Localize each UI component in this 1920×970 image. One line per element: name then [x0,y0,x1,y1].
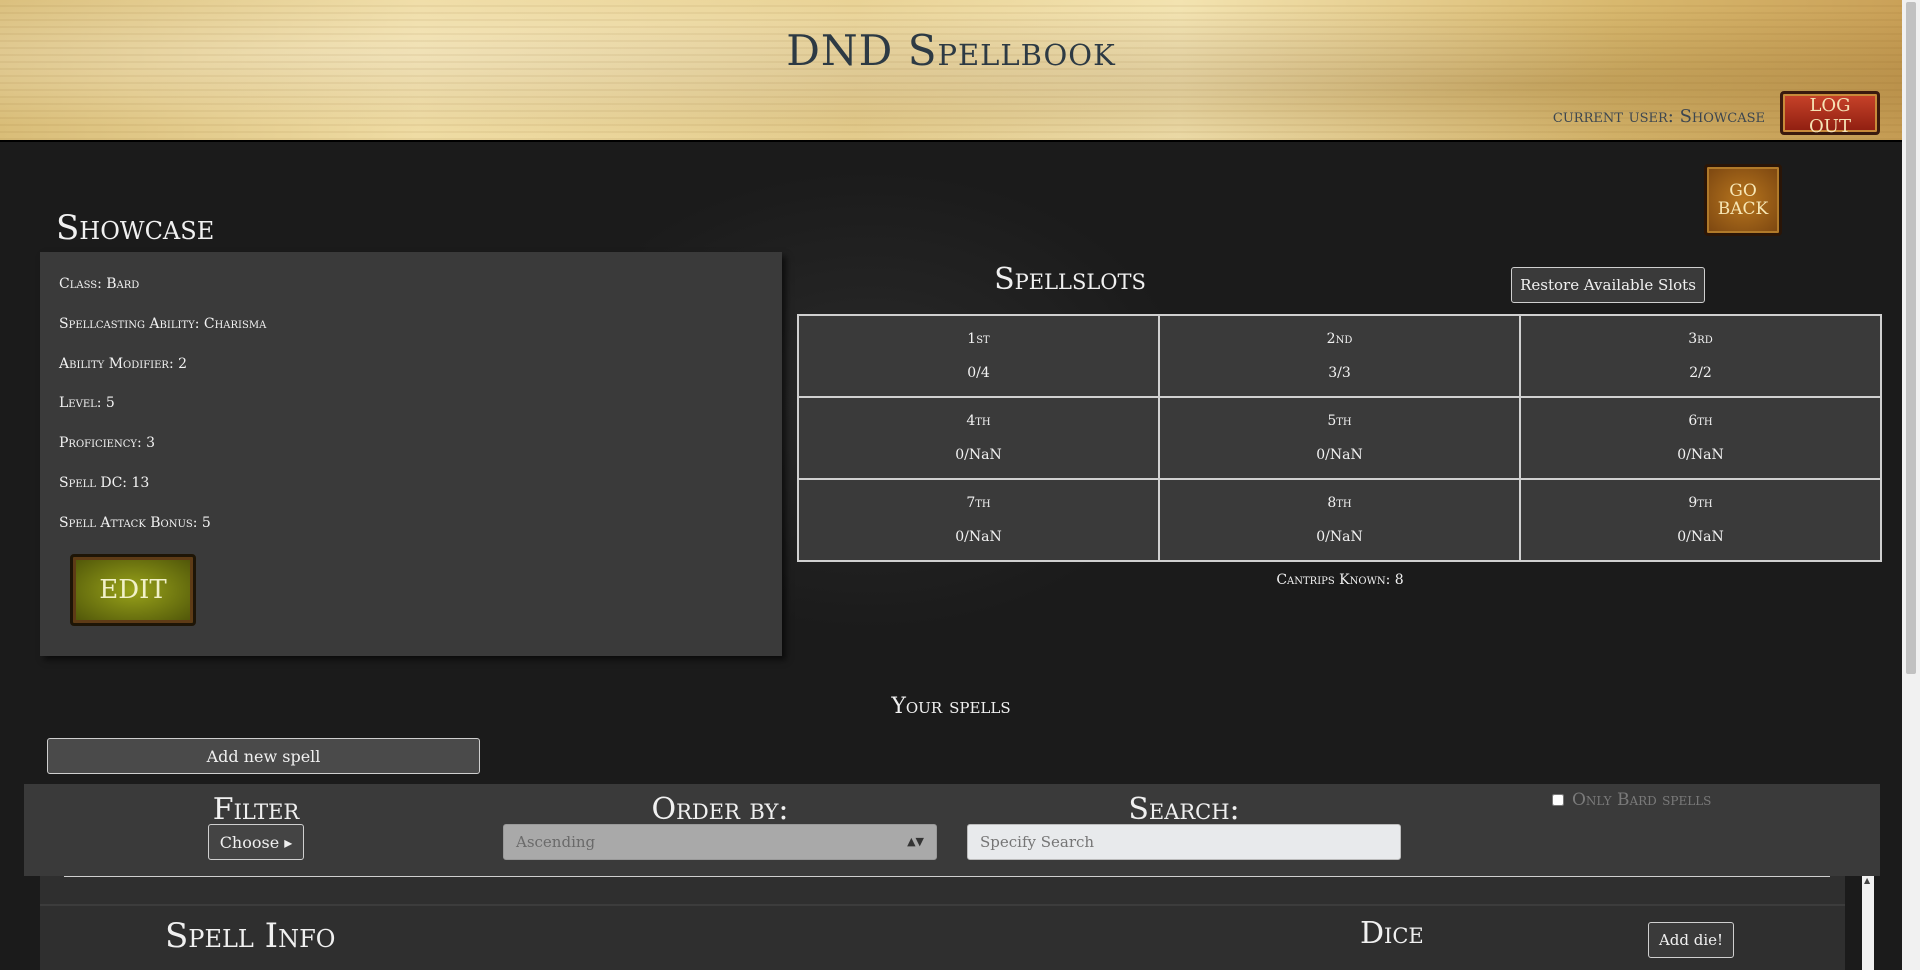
slot-value: 0/NaN [1316,529,1363,545]
stat-proficiency: Proficiency: 3 [59,435,156,451]
slot-level: 1st [967,331,990,347]
only-class-spells-toggle[interactable]: Only Bard spells [1552,790,1711,810]
spellslots-grid: 1st 0/4 2nd 3/3 3rd 2/2 4th 0/NaN 5th 0/NaN 6… [797,314,1882,562]
filter-bar: Filter by: Choose ▸ Order by: Ascending … [24,784,1880,876]
page-scrollbar[interactable] [1902,0,1920,970]
spellslots-title: Spellslots [994,262,1146,297]
divider [64,876,1830,877]
slot-value: 0/4 [967,365,990,381]
only-class-spells-checkbox[interactable] [1552,794,1564,806]
search-input[interactable] [967,824,1401,860]
spellslot-cell[interactable]: 9th 0/NaN [1520,479,1881,561]
restore-slots-button[interactable]: Restore Available Slots [1511,267,1705,303]
spellslot-cell[interactable]: 3rd 2/2 [1520,315,1881,397]
edit-button[interactable]: EDIT [70,554,196,626]
current-user-label: current user: Showcase [1552,106,1765,127]
slot-value: 0/NaN [955,447,1002,463]
inner-scrollbar[interactable]: ▲ [1862,876,1874,970]
search-label: Search: [1128,792,1240,827]
logout-button[interactable]: LOG OUT [1780,91,1880,137]
slot-level: 5th [1327,413,1352,429]
stat-spell-dc: Spell DC: 13 [59,475,150,491]
slot-level: 7th [966,495,991,511]
slot-level: 3rd [1688,331,1713,347]
stat-level: Level: 5 [59,395,115,411]
stat-spellcasting-ability: Spellcasting Ability: Charisma [59,316,267,332]
order-select[interactable]: Ascending ▲▼ [503,824,937,860]
slot-value: 2/2 [1689,365,1712,381]
slot-level: 4th [966,413,991,429]
slot-value: 3/3 [1328,365,1351,381]
order-by-label: Order by: [651,792,789,827]
divider [40,904,1845,906]
scroll-up-icon[interactable]: ▲ [1864,876,1870,885]
app-title: DND Spellbook [786,26,1116,75]
only-class-spells-label: Only Bard spells [1572,790,1712,810]
spellslot-cell[interactable]: 2nd 3/3 [1159,315,1520,397]
go-back-button[interactable]: GO BACK [1704,164,1782,236]
character-name: Showcase [56,208,215,248]
slot-value: 0/NaN [1677,529,1724,545]
add-die-button[interactable]: Add die! [1648,922,1734,958]
stat-spell-attack-bonus: Spell Attack Bonus: 5 [59,515,211,531]
spell-detail-panel: Spell Info Dice Add die! [40,860,1845,970]
spellslot-cell[interactable]: 5th 0/NaN [1159,397,1520,479]
slot-value: 0/NaN [1677,447,1724,463]
stat-ability-modifier: Ability Modifier: 2 [59,356,188,372]
spell-info-title: Spell Info [165,916,336,956]
order-select-value: Ascending [516,833,596,851]
slot-level: 2nd [1326,331,1353,347]
spellslot-cell[interactable]: 7th 0/NaN [798,479,1159,561]
filter-choose-button[interactable]: Choose ▸ [208,824,304,860]
dice-title: Dice [1360,916,1424,951]
spellslot-cell[interactable]: 4th 0/NaN [798,397,1159,479]
slot-level: 8th [1327,495,1352,511]
slot-value: 0/NaN [955,529,1002,545]
cantrips-known: Cantrips Known: 8 [1276,572,1404,588]
app-header: DND Spellbook current user: Showcase LOG… [0,0,1902,142]
spellslot-cell[interactable]: 6th 0/NaN [1520,397,1881,479]
slot-level: 9th [1688,495,1713,511]
add-new-spell-button[interactable]: Add new spell [47,738,480,774]
character-info-panel: Class: Bard Spellcasting Ability: Charis… [40,252,782,656]
your-spells-title: Your spells [891,694,1011,719]
slot-level: 6th [1688,413,1713,429]
select-arrows-icon: ▲▼ [907,835,924,848]
stat-class: Class: Bard [59,276,140,292]
scrollbar-thumb[interactable] [1906,2,1916,674]
slot-value: 0/NaN [1316,447,1363,463]
spellslot-cell[interactable]: 1st 0/4 [798,315,1159,397]
spellslot-cell[interactable]: 8th 0/NaN [1159,479,1520,561]
